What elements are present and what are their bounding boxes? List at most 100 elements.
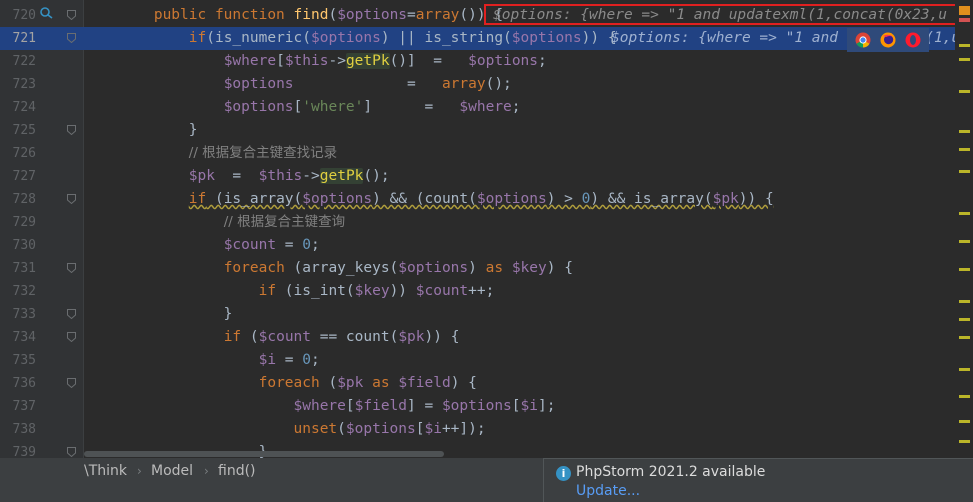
code-token: ++; [468, 283, 495, 299]
code-line[interactable]: 732 if (is_int($key)) $count++; [0, 280, 973, 303]
code-token: $where [459, 99, 512, 115]
code-token: ] = [407, 398, 442, 414]
usage-marker[interactable] [959, 170, 970, 173]
usage-marker[interactable] [959, 212, 970, 215]
code-token: ; [311, 352, 320, 368]
code-line[interactable]: 722 $where[$this->getPk()] = $options; [0, 50, 973, 73]
code-token: (is_numeric( [206, 30, 311, 46]
fold-marker-icon[interactable] [67, 194, 76, 204]
fold-marker-icon[interactable] [67, 309, 76, 319]
horizontal-scrollbar[interactable] [84, 451, 444, 457]
code-token: ( [319, 375, 338, 391]
code-token: if [223, 329, 242, 345]
update-link[interactable]: Update... [576, 483, 640, 499]
code-line[interactable]: 727 $pk = $this->getPk(); [0, 165, 973, 188]
code-line[interactable]: 725 } [0, 119, 973, 142]
code-line[interactable]: 730 $count = 0; [0, 234, 973, 257]
code-line[interactable]: 737 $where[$field] = $options[$i]; [0, 395, 973, 418]
code-token: getPk [345, 53, 390, 69]
usage-marker[interactable] [959, 58, 970, 61]
code-editor[interactable]: 720 public function find($options=array(… [0, 0, 973, 458]
breadcrumb-item-namespace[interactable]: \Think [84, 463, 127, 479]
chrome-icon[interactable] [855, 32, 871, 48]
code-token: $options [337, 7, 408, 23]
code-line[interactable]: 723 $options = array(); [0, 73, 973, 96]
usage-marker[interactable] [959, 44, 970, 47]
code-token: $options [345, 421, 416, 437]
code-line[interactable]: 736 foreach ($pk as $field) { [0, 372, 973, 395]
breadcrumb-item-class[interactable]: Model [151, 463, 193, 479]
line-number: 732 [12, 284, 36, 299]
code-text: unset($options[$i++]); [84, 418, 486, 441]
warning-marker[interactable] [959, 6, 970, 15]
error-stripe[interactable] [955, 0, 973, 458]
code-text: foreach (array_keys($options) as $key) { [84, 257, 573, 280]
usage-marker[interactable] [959, 90, 970, 93]
usage-marker[interactable] [959, 300, 970, 303]
code-token: ) && (count( [372, 191, 477, 207]
code-line[interactable]: 728 if (is_array($options) && (count($op… [0, 188, 973, 211]
code-token: (); [363, 168, 390, 184]
code-token: if [188, 30, 207, 46]
line-number: 730 [12, 238, 36, 253]
code-token: )) { [738, 191, 774, 207]
code-token: $options [223, 99, 294, 115]
code-line[interactable]: 729 // 根据复合主键查询 [0, 211, 973, 234]
firefox-icon[interactable] [880, 32, 896, 48]
code-token: // 根据复合主键查找记录 [188, 145, 338, 161]
error-marker[interactable] [959, 18, 970, 22]
fold-marker-icon[interactable] [67, 125, 76, 135]
usage-marker[interactable] [959, 440, 970, 443]
line-number: 738 [12, 422, 36, 437]
code-token: ()] = [389, 53, 469, 69]
code-line[interactable]: 735 $i = 0; [0, 349, 973, 372]
fold-marker-icon[interactable] [67, 447, 76, 457]
breadcrumb-item-method[interactable]: find() [218, 463, 256, 479]
code-line[interactable]: 734 if ($count == count($pk)) { [0, 326, 973, 349]
code-line[interactable]: 738 unset($options[$i++]); [0, 418, 973, 441]
usage-marker[interactable] [959, 240, 970, 243]
code-token: unset [293, 421, 338, 437]
code-token: getPk [319, 168, 364, 184]
code-token: $field [398, 375, 451, 391]
code-token: ; [311, 237, 320, 253]
usage-marker[interactable] [959, 395, 970, 398]
code-token: [ [511, 398, 521, 414]
code-line[interactable]: 724 $options['where'] = $where; [0, 96, 973, 119]
code-line[interactable]: 726 // 根据复合主键查找记录 [0, 142, 973, 165]
fold-marker-icon[interactable] [67, 263, 76, 273]
code-line[interactable]: 731 foreach (array_keys($options) as $ke… [0, 257, 973, 280]
usage-marker[interactable] [959, 318, 970, 321]
fold-marker-icon[interactable] [67, 332, 76, 342]
line-number: 720 [12, 8, 36, 23]
usage-marker[interactable] [959, 130, 970, 133]
code-line[interactable]: 733 } [0, 303, 973, 326]
code-token: foreach [258, 375, 320, 391]
code-text: $options = array(); [84, 73, 512, 96]
usage-marker[interactable] [959, 336, 970, 339]
code-token: $pk [712, 191, 739, 207]
code-token: $field [354, 398, 408, 414]
fold-marker-icon[interactable] [67, 33, 76, 43]
debug-breakpoint-icon[interactable] [40, 7, 54, 19]
usage-marker[interactable] [959, 268, 970, 271]
code-text: $where[$field] = $options[$i]; [84, 395, 556, 418]
usage-marker[interactable] [959, 420, 970, 423]
fold-marker-icon[interactable] [67, 10, 76, 20]
usage-marker[interactable] [959, 368, 970, 371]
code-token: = [407, 7, 416, 23]
code-token: $key [354, 283, 390, 299]
code-token: 'where' [302, 99, 364, 115]
code-token: ) && is_array( [590, 191, 713, 207]
opera-icon[interactable] [905, 32, 921, 48]
code-token: = [214, 168, 259, 184]
usage-marker[interactable] [959, 148, 970, 151]
fold-marker-icon[interactable] [67, 378, 76, 388]
